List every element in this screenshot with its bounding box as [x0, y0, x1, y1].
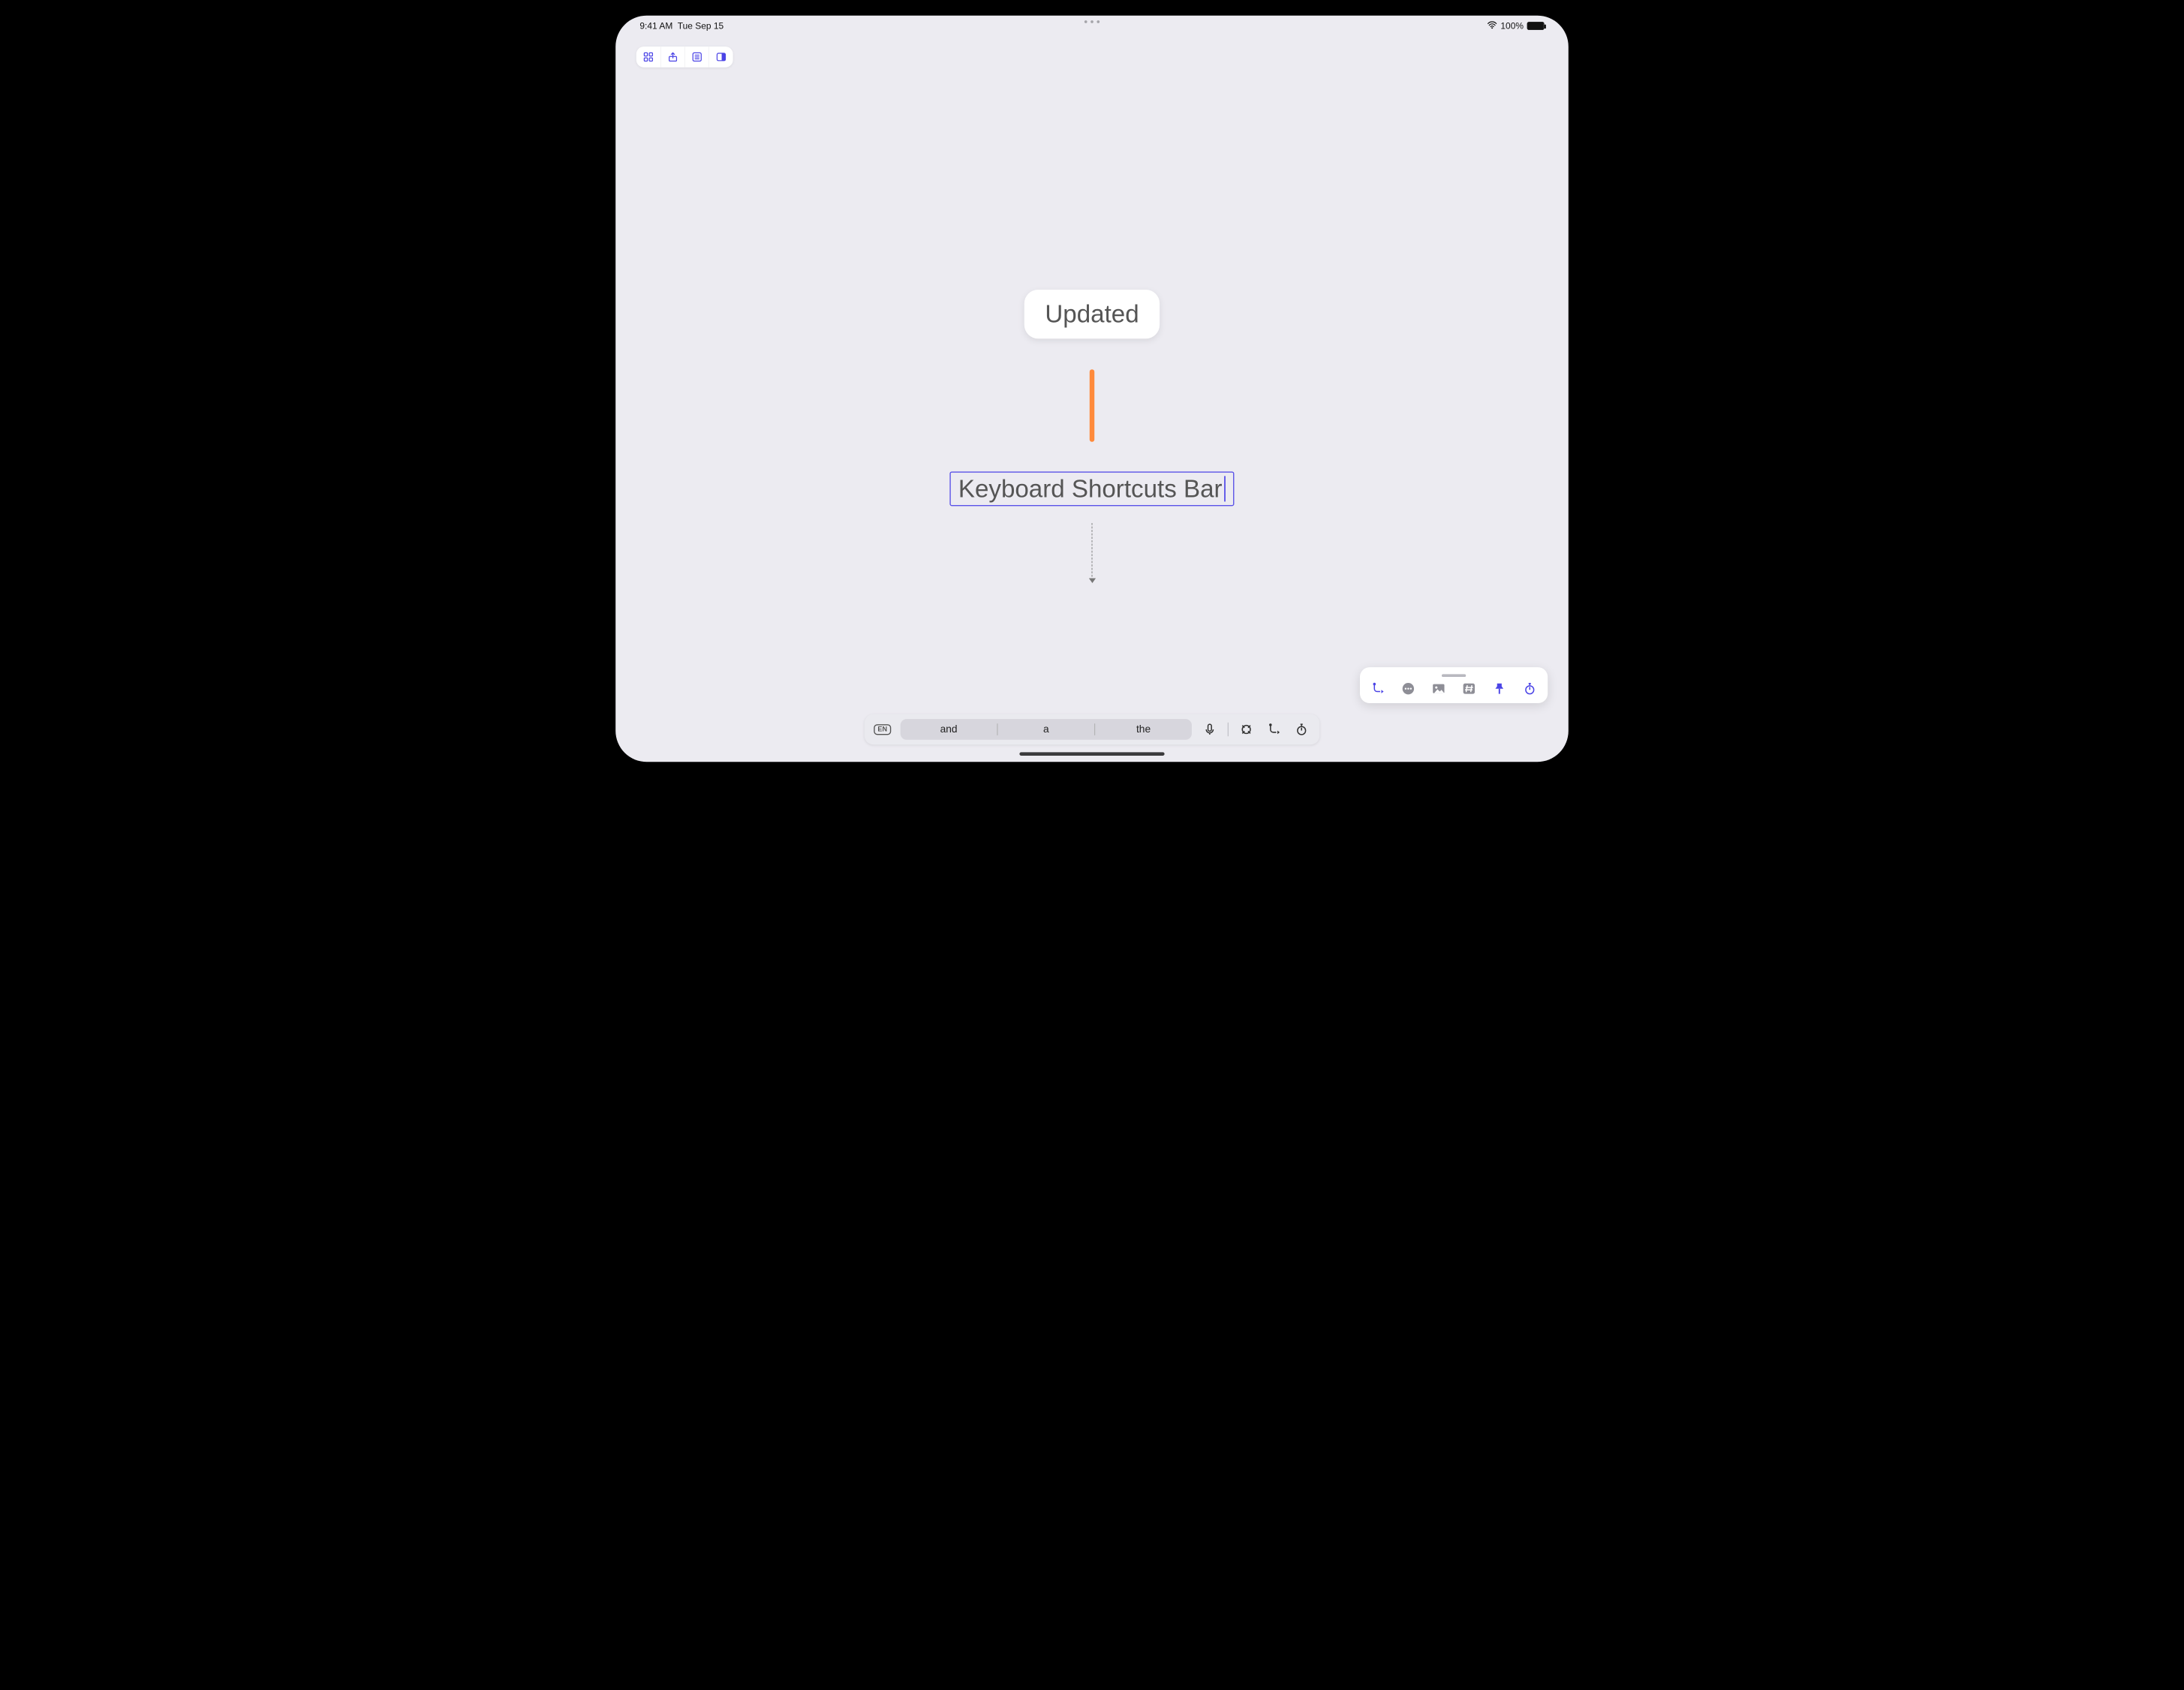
prediction-2[interactable]: a [997, 719, 1094, 740]
palette-hash-button[interactable] [1460, 680, 1478, 698]
connector-line [1090, 369, 1094, 442]
prediction-bar: and a the [901, 719, 1192, 740]
ksb-stopwatch-button[interactable] [1292, 720, 1311, 739]
divider [1228, 723, 1229, 736]
target-button[interactable] [1237, 720, 1256, 739]
text-caret [1224, 476, 1226, 501]
language-button[interactable]: EN [873, 720, 892, 739]
prediction-1[interactable]: and [901, 719, 997, 740]
palette-stopwatch-button[interactable] [1521, 680, 1539, 698]
image-icon [1432, 682, 1445, 696]
add-child-icon [1371, 682, 1385, 696]
home-indicator[interactable] [1019, 752, 1164, 756]
hash-icon [1462, 682, 1476, 696]
drag-handle[interactable] [1442, 674, 1466, 677]
language-badge: EN [874, 724, 891, 735]
palette-more-button[interactable] [1399, 680, 1417, 698]
node-parent-label: Updated [1045, 300, 1139, 328]
pin-icon [1493, 682, 1506, 696]
keyboard-shortcuts-bar: EN and a the [865, 714, 1319, 744]
mindmap-canvas[interactable]: Updated Keyboard Shortcuts Bar [615, 16, 1569, 762]
node-parent[interactable]: Updated [1024, 290, 1160, 338]
palette-image-button[interactable] [1430, 680, 1448, 698]
target-icon [1239, 723, 1253, 736]
palette-add-child-button[interactable] [1369, 680, 1387, 698]
stopwatch-icon [1523, 682, 1536, 696]
node-editing[interactable]: Keyboard Shortcuts Bar [949, 471, 1234, 506]
palette-pin-button[interactable] [1491, 680, 1509, 698]
ipad-device-frame: 9:41 AM Tue Sep 15 100% [600, 0, 1584, 777]
prediction-3[interactable]: the [1095, 719, 1192, 740]
ksb-add-child-button[interactable] [1265, 720, 1284, 739]
node-editing-text: Keyboard Shortcuts Bar [958, 474, 1223, 503]
more-icon [1401, 682, 1415, 696]
floating-palette[interactable] [1360, 667, 1548, 703]
stopwatch-icon [1295, 723, 1308, 736]
mic-button[interactable] [1200, 720, 1220, 739]
screen: 9:41 AM Tue Sep 15 100% [615, 16, 1569, 762]
mic-icon [1203, 723, 1217, 736]
add-child-placeholder-arrow[interactable] [1092, 523, 1093, 582]
add-child-icon [1267, 723, 1280, 736]
